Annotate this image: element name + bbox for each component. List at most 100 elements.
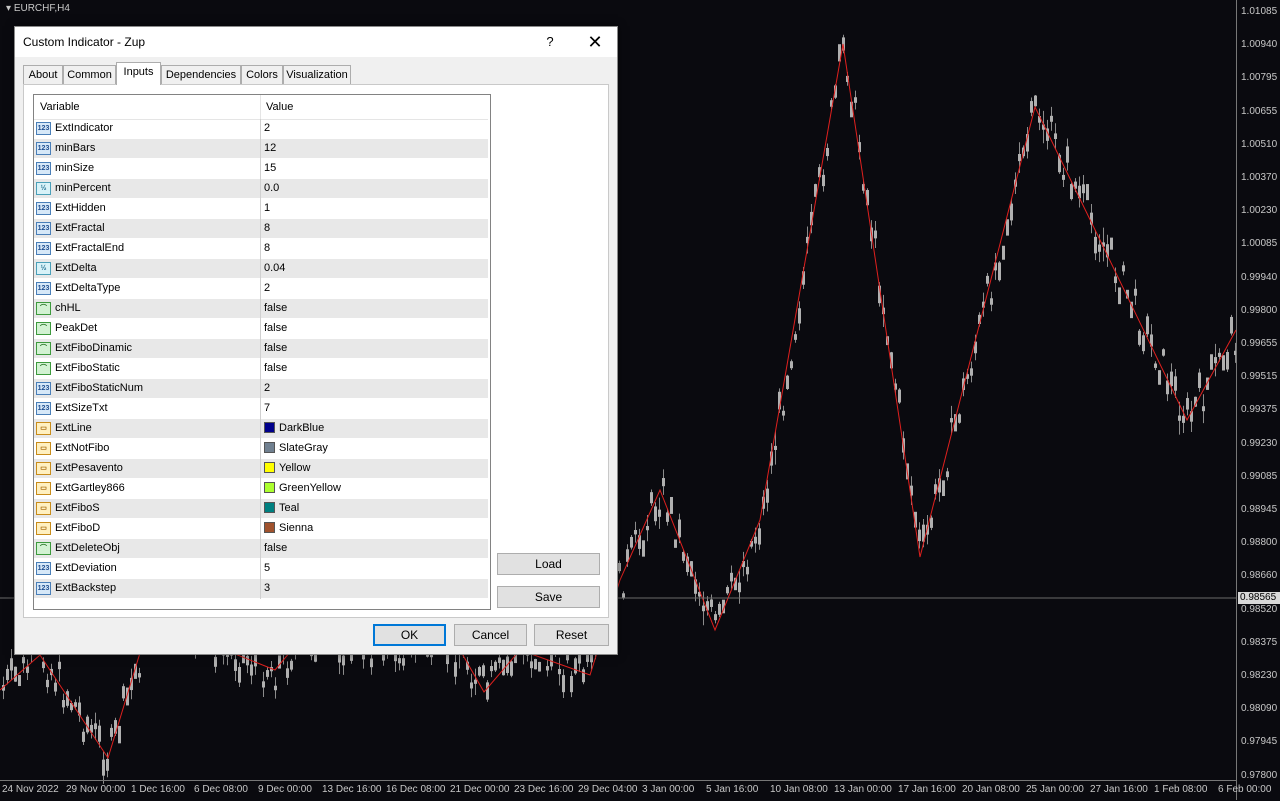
table-row[interactable]: ½ ExtDelta 0.04 xyxy=(34,259,488,279)
candle-body xyxy=(510,661,513,676)
variable-value[interactable]: false xyxy=(264,362,287,374)
table-row[interactable]: ▭ ExtFiboS Teal xyxy=(34,499,488,519)
variable-value[interactable]: 8 xyxy=(264,222,270,234)
variable-value[interactable]: 1 xyxy=(264,202,270,214)
time-tick-label: 24 Nov 2022 xyxy=(2,784,59,795)
candle-body xyxy=(94,723,97,730)
table-row[interactable]: 123 ExtHidden 1 xyxy=(34,199,488,219)
time-tick-label: 10 Jan 08:00 xyxy=(770,784,828,795)
cell-divider xyxy=(260,219,261,239)
variable-value[interactable]: Teal xyxy=(264,502,299,514)
variable-value[interactable]: GreenYellow xyxy=(264,482,341,494)
candle-body xyxy=(674,539,677,548)
variable-value[interactable]: DarkBlue xyxy=(264,422,324,434)
value-text: false xyxy=(264,302,288,314)
time-tick-label: 29 Dec 04:00 xyxy=(578,784,638,795)
price-axis[interactable]: 1.01085 1.00940 1.00795 1.00655 1.00510 1.003… xyxy=(1236,0,1280,800)
table-row[interactable]: ▭ ExtFiboD Sienna xyxy=(34,519,488,539)
candle-body xyxy=(14,666,17,682)
variable-value[interactable]: Sienna xyxy=(264,522,313,534)
table-row[interactable]: ▭ ExtGartley866 GreenYellow xyxy=(34,479,488,499)
time-tick-label: 21 Dec 00:00 xyxy=(450,784,510,795)
variable-name: ExtDeltaType xyxy=(55,282,121,294)
variable-value[interactable]: 2 xyxy=(264,382,270,394)
tab-inputs[interactable]: Inputs xyxy=(116,62,161,85)
table-row[interactable]: 123 ExtSizeTxt 7 xyxy=(34,399,488,419)
close-icon[interactable]: ✕ xyxy=(573,27,617,57)
table-row[interactable]: ⌒ ExtFiboDinamic false xyxy=(34,339,488,359)
variable-value[interactable]: SlateGray xyxy=(264,442,328,454)
tab-dependencies[interactable]: Dependencies xyxy=(161,65,241,84)
cell-divider xyxy=(260,119,261,139)
variable-value[interactable]: 5 xyxy=(264,562,270,574)
column-divider[interactable] xyxy=(260,95,261,119)
dialog-titlebar[interactable]: Custom Indicator - Zup ? ✕ xyxy=(15,27,617,57)
table-row[interactable]: ⌒ ExtFiboStatic false xyxy=(34,359,488,379)
value-text: 8 xyxy=(264,222,271,234)
inputs-grid[interactable]: Variable Value 123 ExtIndicator 2 123 minBar… xyxy=(33,94,491,610)
table-row[interactable]: 123 ExtFractal 8 xyxy=(34,219,488,239)
tab-visualization[interactable]: Visualization xyxy=(283,65,351,84)
tab-common[interactable]: Common xyxy=(63,65,116,84)
variable-value[interactable]: 7 xyxy=(264,402,270,414)
variable-value[interactable]: Yellow xyxy=(264,462,310,474)
tab-about[interactable]: About xyxy=(23,65,63,84)
column-header-variable[interactable]: Variable xyxy=(40,101,80,113)
cancel-button[interactable]: Cancel xyxy=(454,624,527,646)
color-icon: ▭ xyxy=(36,482,51,495)
reset-button[interactable]: Reset xyxy=(534,624,609,646)
table-row[interactable]: ⌒ chHL false xyxy=(34,299,488,319)
time-axis[interactable]: 24 Nov 2022 29 Nov 00:00 1 Dec 16:00 6 Dec … xyxy=(0,780,1271,801)
column-header-value[interactable]: Value xyxy=(266,101,293,113)
variable-value[interactable]: 8 xyxy=(264,242,270,254)
candle-body xyxy=(970,368,973,376)
variable-value[interactable]: 15 xyxy=(264,162,276,174)
candle-body xyxy=(1086,184,1089,201)
candle-body xyxy=(1198,372,1201,388)
table-row[interactable]: ½ minPercent 0.0 xyxy=(34,179,488,199)
table-row[interactable]: 123 ExtDeviation 5 xyxy=(34,559,488,579)
variable-value[interactable]: 0.04 xyxy=(264,262,285,274)
table-row[interactable]: 123 ExtDeltaType 2 xyxy=(34,279,488,299)
variable-value[interactable]: false xyxy=(264,302,287,314)
price-tick-label: 1.00510 xyxy=(1241,138,1278,150)
variable-value[interactable]: 3 xyxy=(264,582,270,594)
help-button[interactable]: ? xyxy=(535,27,565,57)
table-row[interactable]: ▭ ExtNotFibo SlateGray xyxy=(34,439,488,459)
int-icon: 123 xyxy=(36,242,51,255)
variable-value[interactable]: 12 xyxy=(264,142,276,154)
variable-value[interactable]: false xyxy=(264,542,287,554)
candle-body xyxy=(782,410,785,416)
table-row[interactable]: 123 ExtIndicator 2 xyxy=(34,119,488,139)
cell-divider xyxy=(260,519,261,539)
int-icon: 123 xyxy=(36,202,51,215)
variable-value[interactable]: 2 xyxy=(264,282,270,294)
table-row[interactable]: 123 ExtBackstep 3 xyxy=(34,579,488,599)
time-tick-label: 1 Feb 08:00 xyxy=(1154,784,1208,795)
table-row[interactable]: 123 ExtFractalEnd 8 xyxy=(34,239,488,259)
variable-value[interactable]: 0.0 xyxy=(264,182,279,194)
table-row[interactable]: ⌒ PeakDet false xyxy=(34,319,488,339)
ok-button[interactable]: OK xyxy=(373,624,446,646)
table-row[interactable]: ⌒ ExtDeleteObj false xyxy=(34,539,488,559)
variable-value[interactable]: false xyxy=(264,322,287,334)
table-row[interactable]: 123 ExtFiboStaticNum 2 xyxy=(34,379,488,399)
table-row[interactable]: ▭ ExtLine DarkBlue xyxy=(34,419,488,439)
variable-value[interactable]: false xyxy=(264,342,287,354)
variable-value[interactable]: 2 xyxy=(264,122,270,134)
candle-body xyxy=(714,614,717,621)
candle-body xyxy=(942,480,945,497)
tab-colors[interactable]: Colors xyxy=(241,65,283,84)
table-row[interactable]: ▭ ExtPesavento Yellow xyxy=(34,459,488,479)
dropdown-arrow-icon[interactable]: ▾ xyxy=(6,3,11,14)
candle-body xyxy=(1218,352,1221,357)
load-button[interactable]: Load xyxy=(497,553,600,575)
variable-name: ExtDelta xyxy=(55,262,97,274)
save-button[interactable]: Save xyxy=(497,586,600,608)
candle-body xyxy=(1226,352,1229,370)
candle-body xyxy=(470,682,473,689)
table-row[interactable]: 123 minBars 12 xyxy=(34,139,488,159)
int-icon: 123 xyxy=(36,562,51,575)
candle-body xyxy=(790,361,793,369)
table-row[interactable]: 123 minSize 15 xyxy=(34,159,488,179)
